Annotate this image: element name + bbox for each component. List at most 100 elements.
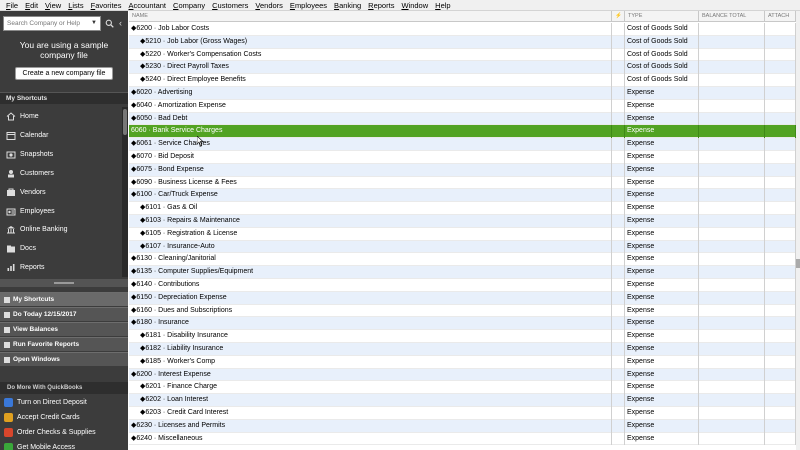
table-row[interactable]: ◆6160 · Dues and Subscriptions Expense — [129, 304, 796, 318]
shortcuts-scrollbar[interactable] — [122, 107, 128, 277]
table-row[interactable]: ◆6201 · Finance Charge Expense — [129, 381, 796, 395]
table-row[interactable]: ◆6020 · Advertising Expense — [129, 87, 796, 100]
scrollbar-thumb[interactable] — [123, 109, 127, 135]
bar-view-balances[interactable]: View Balances — [0, 322, 128, 336]
table-row[interactable]: ◆6203 · Credit Card Interest Expense — [129, 407, 796, 420]
menu-window[interactable]: Window — [401, 0, 428, 11]
attach-cell[interactable] — [765, 23, 796, 36]
search-input[interactable]: Search Company or Help ▼ — [3, 15, 101, 31]
attach-cell[interactable] — [765, 330, 796, 343]
table-row[interactable]: ◆6240 · Miscellaneous Expense — [129, 432, 796, 446]
table-row[interactable]: ◆6090 · Business License & Fees Expense — [129, 176, 796, 190]
shortcut-docs[interactable]: Docs — [0, 239, 122, 258]
attach-cell[interactable] — [765, 138, 796, 151]
attach-cell[interactable] — [765, 304, 796, 318]
shortcut-vendors[interactable]: Vendors — [0, 183, 122, 202]
menu-lists[interactable]: Lists — [68, 0, 83, 11]
table-row[interactable]: ◆6130 · Cleaning/Janitorial Expense — [129, 253, 796, 267]
table-row[interactable]: ◆5240 · Direct Employee Benefits Cost of … — [129, 74, 796, 87]
attach-cell[interactable] — [765, 112, 796, 126]
table-row[interactable]: ◆6105 · Registration & License Expense — [129, 227, 796, 241]
table-row[interactable]: ◆6100 · Car/Truck Expense Expense — [129, 189, 796, 203]
table-row[interactable]: ◆6103 · Repairs & Maintenance Expense — [129, 215, 796, 228]
table-row[interactable]: ◆6202 · Loan Interest Expense — [129, 394, 796, 407]
table-row[interactable]: ◆6200 · Job Labor Costs Cost of Goods Sol… — [129, 23, 796, 36]
table-row[interactable]: ◆5210 · Job Labor (Gross Wages) Cost of G… — [129, 35, 796, 49]
table-row[interactable]: ◆6075 · Bond Expense Expense — [129, 163, 796, 177]
bar-do-today-12-15-2017[interactable]: Do Today 12/15/2017 — [0, 307, 128, 321]
do-more-get-mobile-access[interactable]: Get Mobile Access — [0, 440, 128, 450]
collapse-sidebar-icon[interactable]: ‹ — [116, 16, 125, 31]
column-header-balance[interactable]: BALANCE TOTAL — [699, 11, 765, 22]
menu-help[interactable]: Help — [435, 0, 450, 11]
table-row[interactable]: ◆6180 · Insurance Expense — [129, 317, 796, 331]
attach-cell[interactable] — [765, 35, 796, 49]
menu-employees[interactable]: Employees — [290, 0, 327, 11]
vertical-scrollbar[interactable] — [796, 11, 800, 450]
attach-cell[interactable] — [765, 151, 796, 164]
menu-file[interactable]: File — [6, 0, 18, 11]
attach-cell[interactable] — [765, 87, 796, 100]
attach-cell[interactable] — [765, 381, 796, 395]
attach-cell[interactable] — [765, 163, 796, 177]
table-row[interactable]: ◆6050 · Bad Debt Expense — [129, 112, 796, 126]
attach-cell[interactable] — [765, 368, 796, 382]
menu-favorites[interactable]: Favorites — [91, 0, 122, 11]
attach-cell[interactable] — [765, 407, 796, 420]
search-dropdown-icon[interactable]: ▼ — [91, 20, 97, 26]
attach-cell[interactable] — [765, 253, 796, 267]
bar-open-windows[interactable]: Open Windows — [0, 352, 128, 366]
shortcut-calendar[interactable]: Calendar — [0, 126, 122, 145]
attach-cell[interactable] — [765, 202, 796, 215]
shortcut-reports[interactable]: Reports — [0, 258, 122, 277]
table-row[interactable]: ◆6200 · Interest Expense Expense — [129, 368, 796, 382]
table-row[interactable]: ◆6040 · Amortization Expense Expense — [129, 99, 796, 113]
scrollbar-thumb[interactable] — [796, 259, 800, 268]
table-row[interactable]: ◆6101 · Gas & Oil Expense — [129, 202, 796, 215]
search-button[interactable] — [103, 16, 116, 31]
attach-cell[interactable] — [765, 266, 796, 279]
attach-cell[interactable] — [765, 99, 796, 113]
bar-run-favorite-reports[interactable]: Run Favorite Reports — [0, 337, 128, 351]
column-header-attach[interactable]: ATTACH — [765, 11, 796, 22]
shortcut-online-banking[interactable]: Online Banking — [0, 220, 122, 239]
table-row[interactable]: ◆5220 · Worker's Compensation Costs Cost … — [129, 48, 796, 62]
attach-cell[interactable] — [765, 355, 796, 369]
shortcut-snapshots[interactable]: Snapshots — [0, 145, 122, 164]
do-more-turn-on-direct-deposit[interactable]: Turn on Direct Deposit — [0, 395, 128, 410]
attach-cell[interactable] — [765, 189, 796, 203]
table-row[interactable]: ◆6230 · Licenses and Permits Expense — [129, 419, 796, 433]
table-row[interactable]: 6060 · Bank Service Charges Expense — [129, 125, 796, 139]
attach-cell[interactable] — [765, 432, 796, 446]
attach-cell[interactable] — [765, 215, 796, 228]
menu-company[interactable]: Company — [173, 0, 205, 11]
table-row[interactable]: ◆5230 · Direct Payroll Taxes Cost of Good… — [129, 61, 796, 75]
table-row[interactable]: ◆6181 · Disability Insurance Expense — [129, 330, 796, 343]
table-row[interactable]: ◆6061 · Service Charges Expense — [129, 138, 796, 151]
do-more-order-checks-supplies[interactable]: Order Checks & Supplies — [0, 425, 128, 440]
do-more-accept-credit-cards[interactable]: Accept Credit Cards — [0, 410, 128, 425]
attach-cell[interactable] — [765, 394, 796, 407]
table-row[interactable]: ◆6135 · Computer Supplies/Equipment Expen… — [129, 266, 796, 279]
menu-edit[interactable]: Edit — [25, 0, 38, 11]
attach-cell[interactable] — [765, 240, 796, 254]
table-row[interactable]: ◆6185 · Worker's Comp Expense — [129, 355, 796, 369]
attach-cell[interactable] — [765, 176, 796, 190]
table-row[interactable]: ◆6140 · Contributions Expense — [129, 279, 796, 292]
attach-cell[interactable] — [765, 317, 796, 331]
attach-cell[interactable] — [765, 291, 796, 305]
menu-vendors[interactable]: Vendors — [255, 0, 283, 11]
table-row[interactable]: ◆6150 · Depreciation Expense Expense — [129, 291, 796, 305]
shortcut-customers[interactable]: Customers — [0, 164, 122, 183]
attach-cell[interactable] — [765, 419, 796, 433]
attach-cell[interactable] — [765, 125, 796, 139]
attach-cell[interactable] — [765, 48, 796, 62]
column-header-type[interactable]: TYPE — [625, 11, 699, 22]
table-row[interactable]: ◆6107 · Insurance-Auto Expense — [129, 240, 796, 254]
menu-view[interactable]: View — [45, 0, 61, 11]
bar-my-shortcuts[interactable]: My Shortcuts — [0, 292, 128, 306]
shortcut-home[interactable]: Home — [0, 107, 122, 126]
menu-reports[interactable]: Reports — [368, 0, 394, 11]
shortcut-employees[interactable]: Employees — [0, 202, 122, 221]
menu-accountant[interactable]: Accountant — [128, 0, 166, 11]
